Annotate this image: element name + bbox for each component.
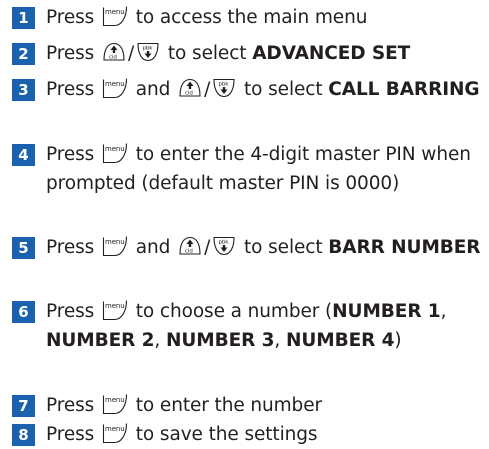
svg-text:pbk: pbk: [143, 46, 154, 52]
step-text-fragment: Press: [46, 395, 100, 416]
step-text-fragment: ,: [440, 301, 447, 322]
step-text-fragment: to access the main menu: [129, 7, 368, 28]
step-text-fragment: to choose a number (: [129, 301, 333, 322]
menu-option-name: NUMBER 1: [332, 301, 441, 322]
step-text-fragment: Press: [46, 79, 100, 100]
step-text-fragment: ,: [274, 330, 286, 351]
step-text-fragment: to save the settings: [129, 424, 318, 445]
step-text: Press cid / pbk to select ADVANCED SET: [46, 39, 485, 68]
svg-text:menu: menu: [105, 145, 125, 153]
step-text-fragment: and: [129, 79, 177, 100]
step-number-badge: 2: [12, 43, 35, 65]
step-text: Press menu and cid / pbk to select CALL BA…: [46, 75, 485, 104]
step-number-badge: 1: [12, 7, 35, 29]
svg-text:menu: menu: [105, 8, 125, 16]
svg-text:menu: menu: [105, 425, 125, 433]
step-number-badge: 7: [12, 395, 35, 417]
menu-option-name: NUMBER 4: [285, 330, 395, 351]
step-number-badge: 3: [12, 79, 35, 101]
svg-text:menu: menu: [105, 302, 125, 310]
step-text-fragment: /: [204, 237, 211, 258]
svg-text:menu: menu: [105, 80, 125, 88]
menu-key-icon: menu: [102, 393, 128, 415]
step-number-badge: 8: [12, 424, 35, 446]
step-text: Press menu to save the settings: [46, 420, 485, 449]
step-text: Press menu to choose a number (NUMBER 1,…: [46, 297, 485, 355]
svg-text:cid: cid: [185, 91, 193, 97]
menu-option-name: CALL BARRING: [328, 79, 480, 100]
step-text-fragment: Press: [46, 301, 100, 322]
step-text: Press menu to enter the number: [46, 391, 485, 420]
step-text-fragment: /: [127, 43, 135, 64]
step-text-fragment: /: [204, 79, 211, 100]
step-text-fragment: Press: [46, 7, 100, 28]
step-text-fragment: Press: [46, 237, 100, 258]
down-arrow-key-icon: pbk: [136, 41, 160, 63]
step-text-fragment: Press: [46, 43, 100, 64]
step-text-fragment: to select: [238, 79, 329, 100]
step-text: Press menu to enter the 4-digit master P…: [46, 140, 485, 198]
up-arrow-key-icon: cid: [102, 41, 126, 63]
menu-option-name: BARR NUMBER: [328, 237, 481, 258]
menu-key-icon: menu: [102, 142, 128, 164]
step-text-fragment: and: [129, 237, 177, 258]
down-arrow-key-icon: pbk: [212, 77, 236, 99]
menu-key-icon: menu: [102, 5, 128, 27]
step-number-badge: 4: [12, 144, 35, 166]
svg-text:pbk: pbk: [219, 82, 230, 88]
step-number-badge: 5: [12, 237, 35, 259]
step-text: Press menu and cid / pbk to select BARR NU…: [46, 233, 485, 262]
step-text: Press menu to access the main menu: [46, 3, 485, 32]
step-text-fragment: to select: [238, 237, 329, 258]
svg-text:menu: menu: [105, 396, 125, 404]
step-number-badge: 6: [12, 301, 35, 323]
step-text-fragment: Press: [46, 144, 100, 165]
up-arrow-key-icon: cid: [178, 77, 202, 99]
menu-option-name: ADVANCED SET: [252, 43, 411, 64]
svg-text:menu: menu: [105, 238, 125, 246]
step-text-fragment: to select: [162, 43, 253, 64]
step-text-fragment: ,: [154, 330, 166, 351]
menu-option-name: NUMBER 3: [165, 330, 275, 351]
up-arrow-key-icon: cid: [178, 235, 202, 257]
menu-key-icon: menu: [102, 422, 128, 444]
svg-text:pbk: pbk: [219, 240, 230, 246]
step-text-fragment: ): [394, 330, 402, 351]
menu-key-icon: menu: [102, 235, 128, 257]
menu-key-icon: menu: [102, 77, 128, 99]
down-arrow-key-icon: pbk: [212, 235, 236, 257]
menu-key-icon: menu: [102, 299, 128, 321]
step-text-fragment: to enter the number: [129, 395, 322, 416]
svg-text:cid: cid: [185, 249, 193, 255]
menu-option-name: NUMBER 2: [46, 330, 155, 351]
step-text-fragment: Press: [46, 424, 100, 445]
svg-text:cid: cid: [109, 55, 117, 61]
